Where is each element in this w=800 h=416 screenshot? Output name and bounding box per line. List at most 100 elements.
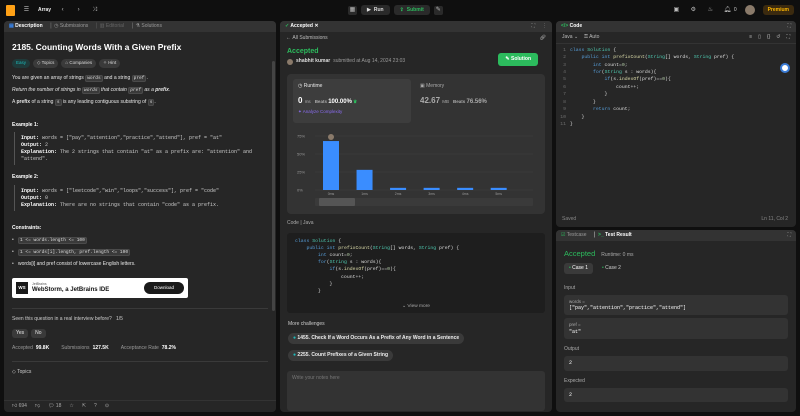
challenge-chip[interactable]: ● 2255. Count Prefixes of a Given String [288, 350, 394, 361]
topics-tag-label: Topics [41, 60, 55, 66]
tab-testcase[interactable]: ☑ Testcase [561, 232, 587, 239]
notes-input[interactable]: Write your notes here [287, 370, 545, 411]
more-icon[interactable]: ⋮ [542, 23, 547, 30]
history-icon: ◷ [54, 23, 59, 30]
notes-icon[interactable]: ✎ [433, 5, 443, 15]
upload-icon: ⇪ [399, 6, 404, 13]
beats-value: 100.00% [328, 98, 352, 105]
runtime-header: ◷ Runtime [298, 83, 406, 90]
code-lines[interactable]: class Solution { public int prefixCount(… [570, 47, 734, 129]
ad-download-button[interactable]: Download [143, 282, 184, 295]
cursor-position: Ln 11, Col 2 [761, 216, 788, 223]
runtime-bar[interactable] [390, 187, 407, 190]
more-challenges-title: More challenges [288, 320, 325, 327]
runtime-bar[interactable] [490, 187, 507, 190]
run-button[interactable]: ▶ Run [361, 4, 390, 16]
help-icon[interactable]: ? [94, 403, 97, 410]
debug-icon[interactable]: ▦ [348, 5, 357, 15]
runtime-distribution-chart[interactable]: 75% 50% 25% 0% 0ms 1ms 2ms 3ms 4ms 5ms [293, 130, 543, 210]
shuffle-icon[interactable]: ⤨ [90, 6, 99, 15]
settings-icon[interactable]: ⚙ [689, 6, 698, 15]
challenge-chip[interactable]: ● 1455. Check If a Word Occurs As a Pref… [288, 333, 465, 345]
prev-icon[interactable]: ‹ [58, 6, 67, 15]
user-name[interactable]: shabhit kumar [296, 58, 330, 65]
list-icon[interactable]: ☰ [22, 6, 31, 15]
runtime-beats: Beats 100.00% ♛ [315, 98, 358, 105]
solution-button[interactable]: ✎ Solution [498, 53, 538, 66]
auto-mode[interactable]: ⚿ Auto [584, 34, 599, 41]
runtime-value: 0 ms Beats 100.00% ♛ [298, 96, 406, 107]
maximize-icon[interactable]: ⛶ [787, 232, 791, 239]
topics-section[interactable]: ◇ Topics [12, 369, 268, 376]
case-1-tab[interactable]: • Case 1 [564, 263, 593, 274]
runtime-bar[interactable] [356, 169, 373, 190]
next-icon[interactable]: › [74, 6, 83, 15]
dislike-button[interactable]: 👎︎ [35, 403, 40, 410]
close-icon[interactable]: ✕ [314, 23, 318, 29]
submit-button[interactable]: ⇪ Submit [393, 4, 430, 16]
example-1-box: Input: words = ["pay","attention","pract… [14, 132, 268, 166]
divider [12, 361, 268, 363]
format-icon[interactable]: ≡ [749, 34, 752, 41]
runtime-card[interactable]: ◷ Runtime 0 ms Beats 100.00% ♛ ✦ Analyze … [293, 78, 411, 123]
stat-label: Accepted [12, 344, 33, 351]
pref-label: pref = [569, 322, 581, 328]
tab-solutions[interactable]: │ ⚗ Solutions [131, 23, 162, 30]
runtime-bar[interactable] [323, 140, 339, 190]
companies-tag[interactable]: ⌂ Companies [61, 59, 97, 68]
code-editor[interactable]: 1 2 3 4 5 6 7 8 9 10 11 class Solution { public in… [556, 44, 796, 132]
like-button[interactable]: 👍︎ 694 [12, 403, 27, 410]
runtime-bar[interactable] [457, 187, 474, 190]
leetcode-logo-icon[interactable] [6, 4, 15, 16]
description-panel: ▤ Description │ ◷ Submissions │ ▥ Editor… [4, 21, 276, 412]
bookmark-icon[interactable]: ▯ [758, 34, 761, 41]
submitted-code[interactable]: class Solution { public int prefixCount(… [287, 232, 545, 313]
tab-accepted[interactable]: ✓ Accepted ✕ [285, 23, 319, 30]
runtime-bar[interactable] [423, 187, 440, 190]
braces-icon[interactable]: {} [767, 34, 770, 41]
language-label: Java [562, 34, 573, 40]
assistant-icon[interactable] [780, 63, 790, 73]
stat-value: 78.2% [161, 344, 176, 351]
layout-icon[interactable]: ▣ [672, 6, 681, 15]
fire-icon[interactable]: ♨ [706, 6, 715, 15]
inline-code: words [85, 74, 103, 82]
avatar[interactable] [744, 5, 755, 15]
language-select[interactable]: Java ⌄ [562, 34, 578, 41]
tab-submissions[interactable]: │ ◷ Submissions [50, 23, 89, 30]
premium-button[interactable]: Premium [762, 4, 794, 16]
topics-tag[interactable]: ◇ Topics [33, 59, 59, 68]
hint-tag[interactable]: ✧ Hint [99, 59, 121, 68]
inline-code: words [82, 86, 100, 94]
yes-button[interactable]: Yes [12, 328, 29, 338]
test-result-panel: ☑ Testcase │ >_ Test Result ⛶ Accepted R… [556, 230, 796, 412]
tab-test-result[interactable]: │ >_ Test Result [594, 232, 632, 239]
input-label: Input [564, 284, 576, 291]
tab-editorial[interactable]: │ ▥ Editorial [95, 23, 124, 30]
reset-icon[interactable]: ↺ [776, 34, 780, 41]
example-1-title: Example 1: [12, 121, 39, 128]
range-slider-handle[interactable] [319, 197, 355, 206]
star-icon[interactable]: ☆ [69, 403, 73, 410]
runtime-unit: ms [304, 98, 311, 104]
maximize-icon[interactable]: ⛶ [531, 23, 535, 30]
tab-code[interactable]: </> Code [561, 23, 582, 30]
memory-card[interactable]: ▣ Memory 42.67 MB Beats 76.56% [415, 79, 533, 123]
report-icon[interactable]: ⊙ [105, 403, 109, 410]
all-submissions-link[interactable]: ← All Submissions 🔗︎ [280, 32, 552, 45]
fullscreen-icon[interactable]: ⛶ [786, 34, 790, 41]
scrollbar[interactable] [272, 61, 275, 311]
maximize-icon[interactable]: ⛶ [787, 23, 791, 30]
bell-icon[interactable]: 🔔︎ [723, 6, 732, 15]
share-icon[interactable]: ⇱ [82, 403, 86, 410]
problem-list-link[interactable]: Array [38, 7, 51, 14]
view-more-button[interactable]: ⌄ View more [287, 303, 545, 310]
link-icon[interactable]: 🔗︎ [540, 35, 546, 42]
desc-text: of a string [30, 98, 55, 105]
analyze-complexity-link[interactable]: ✦ Analyze Complexity [298, 109, 406, 115]
case-2-tab[interactable]: • Case 2 [597, 263, 626, 274]
tab-description[interactable]: ▤ Description [9, 23, 43, 30]
no-button[interactable]: No [31, 328, 46, 338]
comments-button[interactable]: 💬︎ 18 [48, 403, 61, 410]
ad-banner[interactable]: WS JetBrains WebStorm, a JetBrains IDE Do… [12, 278, 188, 299]
